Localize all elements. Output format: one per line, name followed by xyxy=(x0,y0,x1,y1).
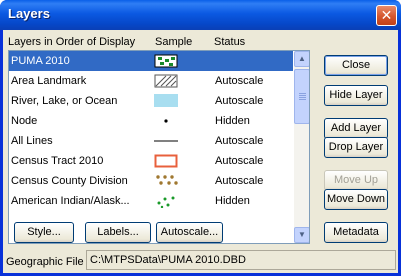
layer-name: Census County Division xyxy=(11,175,128,187)
add-layer-button[interactable]: Add Layer xyxy=(324,118,388,139)
dots-brown-icon xyxy=(154,174,180,188)
layer-status: Autoscale xyxy=(215,75,264,87)
autoscale-button[interactable]: Autoscale... xyxy=(156,222,223,243)
close-icon[interactable]: ✕ xyxy=(376,5,397,26)
layer-row[interactable]: American Indian/Alask... Hidden xyxy=(9,191,293,211)
layer-row[interactable]: PUMA 2010 xyxy=(9,51,293,71)
hide-layer-button[interactable]: Hide Layer xyxy=(324,85,388,106)
layer-status: Autoscale xyxy=(215,155,264,167)
metadata-button[interactable]: Metadata xyxy=(324,222,388,243)
geographic-file-label: Geographic File xyxy=(6,256,84,268)
puma-icon xyxy=(154,54,180,68)
style-button[interactable]: Style... xyxy=(14,222,74,243)
layer-row[interactable]: Census County Division Autoscale xyxy=(9,171,293,191)
layer-status: Autoscale xyxy=(215,135,264,147)
layer-row[interactable]: All Lines Autoscale xyxy=(9,131,293,151)
layer-name: All Lines xyxy=(11,135,53,147)
close-button[interactable]: Close xyxy=(324,55,388,76)
layer-status: Autoscale xyxy=(215,175,264,187)
move-down-button[interactable]: Move Down xyxy=(324,189,388,210)
layer-name: PUMA 2010 xyxy=(11,55,70,67)
layer-status: Autoscale xyxy=(215,95,264,107)
dot-icon xyxy=(154,114,180,128)
layer-row[interactable]: Census Tract 2010 Autoscale xyxy=(9,151,293,171)
layer-row[interactable]: River, Lake, or Ocean Autoscale xyxy=(9,91,293,111)
scroll-thumb[interactable] xyxy=(294,69,309,124)
dots-green-icon xyxy=(154,194,180,209)
scroll-up-icon[interactable]: ▲ xyxy=(294,51,309,67)
layer-status: Hidden xyxy=(215,195,250,207)
title-bar[interactable]: Layers ✕ xyxy=(0,0,401,30)
column-header-layers: Layers in Order of Display xyxy=(8,36,136,48)
scroll-down-icon[interactable]: ▼ xyxy=(294,227,309,243)
layer-name: Node xyxy=(11,115,38,127)
layer-list[interactable]: PUMA 2010 Area Landmark Autoscale River, La… xyxy=(8,50,310,244)
hatch-icon xyxy=(154,74,180,88)
dialog-body: Layers in Order of Display Sample Status… xyxy=(3,30,398,273)
vertical-scrollbar[interactable]: ▲ ▼ xyxy=(294,51,309,243)
labels-button[interactable]: Labels... xyxy=(85,222,151,243)
layer-name: River, Lake, or Ocean xyxy=(11,95,118,107)
layer-status: Hidden xyxy=(215,115,250,127)
layer-name: Area Landmark xyxy=(11,75,87,87)
window-title: Layers xyxy=(8,6,50,21)
layers-dialog: Layers ✕ Layers in Order of Display Samp… xyxy=(0,0,401,276)
water-fill-icon xyxy=(154,94,180,108)
line-icon xyxy=(154,134,180,148)
outline-box-icon xyxy=(154,154,180,168)
layer-rows: PUMA 2010 Area Landmark Autoscale River, La… xyxy=(9,51,293,211)
column-header-sample: Sample xyxy=(155,36,193,48)
drop-layer-button[interactable]: Drop Layer xyxy=(324,137,388,158)
move-up-button[interactable]: Move Up xyxy=(324,170,388,191)
layer-row[interactable]: Area Landmark Autoscale xyxy=(9,71,293,91)
column-header-status: Status xyxy=(214,36,246,48)
layer-name: American Indian/Alask... xyxy=(11,195,130,207)
layer-row[interactable]: Node Hidden xyxy=(9,111,293,131)
geographic-file-field: C:\MTPSData\PUMA 2010.DBD xyxy=(86,250,396,270)
layer-name: Census Tract 2010 xyxy=(11,155,104,167)
